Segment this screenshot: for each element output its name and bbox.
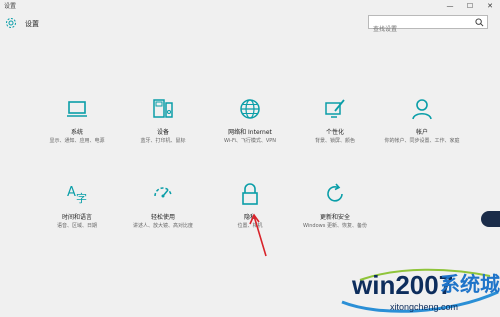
tile-description: Windows 更新、恢复、备份	[303, 223, 367, 229]
ease-of-access-icon	[154, 187, 172, 198]
watermark-text: win2007	[352, 270, 454, 300]
maximize-button[interactable]: ☐	[460, 0, 480, 12]
tile-label: 个性化	[325, 129, 344, 136]
time-language-icon: A 字	[67, 185, 87, 205]
side-widget-icon	[481, 211, 500, 227]
tile-system[interactable]: 系统 显示、通知、应用、电源	[32, 97, 122, 145]
tile-description: 语音、区域、日期	[56, 223, 97, 229]
tile-label: 时间和语言	[61, 214, 92, 221]
title-bar: 设置 — ☐ ✕	[0, 0, 500, 12]
tile-description: Wi-Fi、飞行模式、VPN	[223, 138, 277, 144]
search-icon[interactable]	[475, 18, 484, 27]
watermark-text-cn: 系统城	[440, 272, 500, 296]
tile-label: 帐户	[415, 129, 428, 136]
tile-label: 更新和安全	[319, 214, 350, 221]
tile-label: 轻松使用	[150, 214, 175, 221]
page-title: 设置	[25, 20, 39, 28]
globe-icon	[240, 99, 260, 119]
window-title: 设置	[4, 3, 17, 10]
tile-label: 设备	[156, 129, 169, 136]
personalization-icon	[325, 99, 345, 118]
svg-text:A: A	[67, 185, 76, 200]
tile-devices[interactable]: 设备 蓝牙、打印机、鼠标	[118, 97, 208, 145]
tile-label: 系统	[70, 129, 83, 136]
laptop-icon	[67, 101, 87, 117]
update-icon	[327, 183, 343, 202]
account-icon	[412, 99, 432, 120]
tile-ease-of-access[interactable]: 轻松使用 讲述人、放大镜、高对比度	[118, 182, 208, 230]
search-input[interactable]	[369, 24, 473, 36]
tile-label: 网络和 Internet	[228, 129, 272, 136]
tile-description: 显示、通知、应用、电源	[49, 138, 105, 144]
gear-icon	[6, 18, 16, 28]
watermark-url: xitongcheng.com	[390, 302, 459, 312]
tile-update-security[interactable]: 更新和安全 Windows 更新、恢复、备份	[290, 182, 380, 230]
watermark: win2007 系统城 xitongcheng.com	[340, 262, 500, 317]
annotation-arrow-icon	[249, 214, 267, 257]
close-button[interactable]: ✕	[480, 0, 500, 12]
tile-personalization[interactable]: 个性化 背景、锁屏、颜色	[290, 97, 380, 145]
tile-accounts[interactable]: 帐户 你的帐户、同步设置、工作、家庭	[377, 97, 467, 145]
tile-network[interactable]: 网络和 Internet Wi-Fi、飞行模式、VPN	[205, 97, 295, 145]
search-box[interactable]	[368, 15, 488, 36]
lock-icon	[242, 183, 258, 205]
devices-icon	[153, 99, 173, 118]
tile-description: 你的帐户、同步设置、工作、家庭	[384, 138, 460, 144]
tile-description: 讲述人、放大镜、高对比度	[132, 223, 193, 229]
tile-time-language[interactable]: A 字 时间和语言 语音、区域、日期	[32, 182, 122, 230]
svg-text:字: 字	[76, 191, 87, 205]
tile-description: 蓝牙、打印机、鼠标	[140, 138, 186, 144]
tile-description: 背景、锁屏、颜色	[314, 138, 355, 144]
settings-window: 设置 — ☐ ✕ 设置 系统 显示、通知、应用、电源 设备 蓝牙、打印	[0, 0, 500, 317]
minimize-button[interactable]: —	[440, 0, 460, 12]
